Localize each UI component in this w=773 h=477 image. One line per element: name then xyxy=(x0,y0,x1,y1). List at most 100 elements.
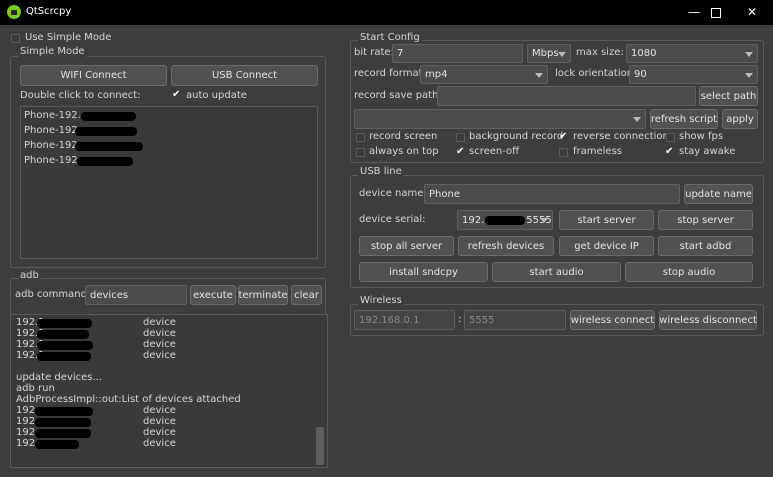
wireless-disconnect-button[interactable]: wireless disconnect xyxy=(659,310,757,330)
redaction-mark xyxy=(37,352,91,361)
redaction-mark xyxy=(35,418,91,427)
device-list[interactable]: Phone-192. Phone-192. Phone-192. Phone-1… xyxy=(20,106,318,259)
screen-off-check-icon[interactable]: ✔ xyxy=(456,147,464,157)
bit-rate-unit-select[interactable]: Mbps xyxy=(527,44,571,63)
always-on-top-checkbox[interactable] xyxy=(356,148,365,157)
console-scrollbar-thumb[interactable] xyxy=(316,427,324,465)
use-simple-mode-label: Use Simple Mode xyxy=(25,32,112,43)
redaction-mark xyxy=(37,341,93,350)
record-format-select[interactable]: mp4 xyxy=(420,65,548,84)
start-audio-button[interactable]: start audio xyxy=(492,262,621,282)
list-item[interactable]: Phone-192. xyxy=(24,110,81,121)
frameless-checkbox[interactable] xyxy=(559,148,568,157)
show-fps-label: show fps xyxy=(679,131,724,142)
redaction-mark xyxy=(37,330,89,339)
adb-title: adb xyxy=(18,270,41,281)
record-format-value: mp4 xyxy=(425,69,448,80)
lock-orientation-label: lock orientation: xyxy=(555,68,637,79)
minimize-icon[interactable]: — xyxy=(683,3,705,21)
start-server-button[interactable]: start server xyxy=(559,210,654,230)
list-item[interactable]: Phone-192. xyxy=(24,140,81,151)
apply-button[interactable]: apply xyxy=(722,109,758,129)
max-size-select[interactable]: 1080 xyxy=(626,44,758,63)
usb-connect-button[interactable]: USB Connect xyxy=(171,65,318,86)
background-record-label: background record xyxy=(469,131,564,142)
wireless-connect-button[interactable]: wireless connect xyxy=(570,310,655,330)
terminate-button[interactable]: terminate xyxy=(238,285,288,305)
screen-off-label: screen-off xyxy=(469,146,520,157)
chevron-down-icon xyxy=(745,51,753,57)
execute-button[interactable]: execute xyxy=(190,285,236,305)
stop-all-server-button[interactable]: stop all server xyxy=(359,236,454,256)
install-sndcpy-button[interactable]: install sndcpy xyxy=(359,262,488,282)
console-device-state: device xyxy=(143,427,176,438)
chevron-down-icon xyxy=(558,51,566,57)
get-device-ip-button[interactable]: get device IP xyxy=(559,236,654,256)
console-update-devices: update devices... xyxy=(16,372,103,383)
chevron-down-icon xyxy=(535,72,543,78)
auto-update-label: auto update xyxy=(186,90,247,101)
record-format-label: record format: xyxy=(354,68,426,79)
console-device-state: device xyxy=(143,405,176,416)
device-serial-label: device serial: xyxy=(359,214,426,225)
redaction-mark xyxy=(75,127,137,136)
android-app-icon xyxy=(7,5,21,19)
stay-awake-label: stay awake xyxy=(679,146,736,157)
ip-port-separator: : xyxy=(458,314,462,325)
show-fps-checkbox[interactable] xyxy=(666,133,675,142)
start-adbd-button[interactable]: start adbd xyxy=(658,236,753,256)
usb-line-title: USB line xyxy=(358,166,404,177)
record-screen-checkbox[interactable] xyxy=(356,133,365,142)
adb-console-output[interactable]: 192.1 device 192.1 device 192.1 device 1… xyxy=(10,314,328,468)
chevron-down-icon xyxy=(540,218,548,223)
device-serial-select[interactable]: 192. 5555 xyxy=(457,210,553,230)
use-simple-mode-checkbox[interactable] xyxy=(11,34,20,43)
background-record-checkbox[interactable] xyxy=(456,133,465,142)
redaction-mark xyxy=(35,440,79,449)
refresh-devices-button[interactable]: refresh devices xyxy=(458,236,554,256)
console-device-state: device xyxy=(143,317,176,328)
max-size-value: 1080 xyxy=(631,48,657,59)
device-name-input[interactable]: Phone xyxy=(424,184,680,204)
lock-orientation-value: 90 xyxy=(634,69,647,80)
start-config-title: Start Config xyxy=(358,32,422,43)
reverse-connection-check-icon[interactable]: ✔ xyxy=(559,132,567,142)
select-path-button[interactable]: select path xyxy=(699,86,758,106)
stop-server-button[interactable]: stop server xyxy=(658,210,753,230)
simple-mode-title: Simple Mode xyxy=(18,46,87,57)
device-serial-prefix: 192. xyxy=(462,214,485,226)
refresh-script-button[interactable]: refresh script xyxy=(650,109,718,129)
close-icon[interactable]: ✕ xyxy=(741,3,763,21)
update-name-button[interactable]: update name xyxy=(684,184,753,204)
frameless-label: frameless xyxy=(573,146,623,157)
bit-rate-input[interactable]: 7 xyxy=(392,44,523,63)
stay-awake-check-icon[interactable]: ✔ xyxy=(665,147,673,157)
window-title: QtScrcpy xyxy=(26,6,72,17)
console-device-state: device xyxy=(143,350,176,361)
wifi-connect-button[interactable]: WIFI Connect xyxy=(20,65,167,86)
wireless-title: Wireless xyxy=(358,295,404,306)
list-item[interactable]: Phone-192. xyxy=(24,125,81,136)
wireless-ip-input[interactable]: 192.168.0.1 xyxy=(354,310,455,330)
maximize-icon[interactable] xyxy=(705,3,727,21)
bit-rate-label: bit rate: xyxy=(354,47,394,58)
auto-update-check-icon[interactable]: ✔ xyxy=(172,90,180,100)
record-save-path-input[interactable] xyxy=(437,86,696,106)
chevron-down-icon xyxy=(745,72,753,78)
redaction-mark xyxy=(35,429,91,438)
console-device-state: device xyxy=(143,328,176,339)
redaction-mark xyxy=(75,142,143,151)
title-bar: QtScrcpy — ✕ xyxy=(0,0,773,25)
console-adb-run: adb run xyxy=(16,383,55,394)
adb-command-input[interactable]: devices xyxy=(85,285,187,305)
console-device-state: device xyxy=(143,438,176,449)
clear-button[interactable]: clear xyxy=(291,285,322,305)
list-item[interactable]: Phone-192. xyxy=(24,155,81,166)
wireless-port-input[interactable]: 5555 xyxy=(464,310,566,330)
adb-command-label: adb command: xyxy=(15,289,91,300)
lock-orientation-select[interactable]: 90 xyxy=(629,65,758,84)
script-select[interactable] xyxy=(354,109,646,129)
stop-audio-button[interactable]: stop audio xyxy=(625,262,753,282)
redaction-mark xyxy=(37,319,92,328)
always-on-top-label: always on top xyxy=(369,146,439,157)
